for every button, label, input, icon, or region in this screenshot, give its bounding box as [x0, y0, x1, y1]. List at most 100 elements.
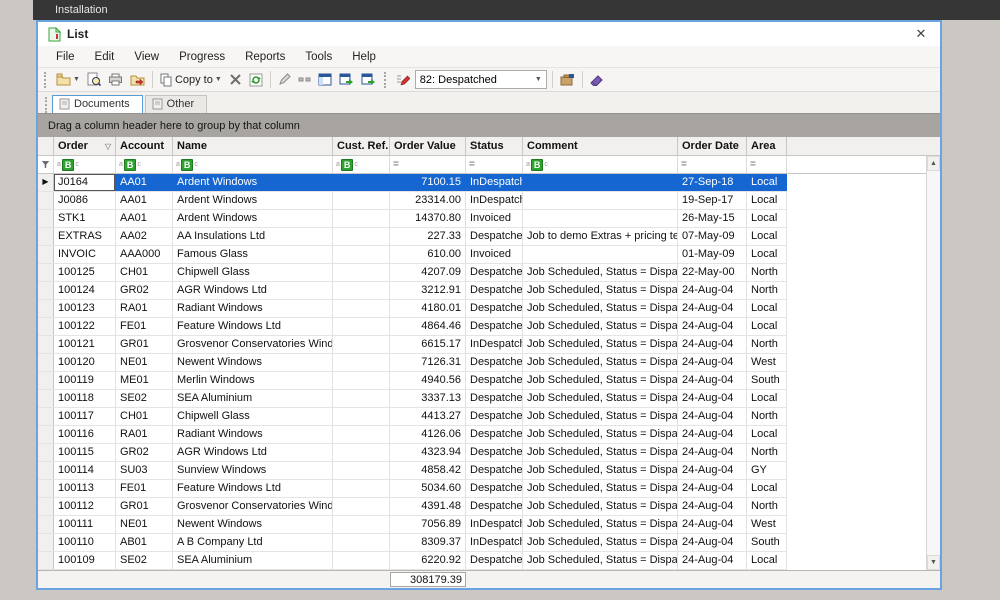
cell-area[interactable]: North [747, 282, 787, 299]
cell-account[interactable]: AAA000 [116, 246, 173, 263]
filter-area[interactable]: = [747, 156, 787, 173]
cell-order[interactable]: 100118 [54, 390, 116, 407]
cell-order[interactable]: 100114 [54, 462, 116, 479]
cell-order-value[interactable]: 7100.15 [390, 174, 466, 191]
cell-cust-ref[interactable] [333, 174, 390, 191]
cell-order-value[interactable]: 7056.89 [390, 516, 466, 533]
cell-order[interactable]: STK1 [54, 210, 116, 227]
cell-area[interactable]: Local [747, 300, 787, 317]
cell-name[interactable]: Ardent Windows [173, 174, 333, 191]
cell-order-date[interactable]: 24-Aug-04 [678, 408, 747, 425]
cell-name[interactable]: Ardent Windows [173, 210, 333, 227]
grid-row[interactable]: 100125CH01Chipwell Glass4207.09Despatche… [38, 264, 787, 282]
cell-status[interactable]: Despatched [466, 300, 523, 317]
cell-comment[interactable]: Job Scheduled, Status = Dispatched [523, 408, 678, 425]
close-icon[interactable]: ✕ [912, 26, 930, 42]
cell-comment[interactable]: Job Scheduled, Status = Dispatched [523, 534, 678, 551]
row-indicator-cell[interactable]: ▶ [38, 174, 54, 191]
cell-order-date[interactable]: 24-Aug-04 [678, 390, 747, 407]
cell-cust-ref[interactable] [333, 354, 390, 371]
grid-row[interactable]: 100123RA01Radiant Windows4180.01Despatch… [38, 300, 787, 318]
cell-status[interactable]: InDespatch [466, 516, 523, 533]
cell-order-value[interactable]: 4180.01 [390, 300, 466, 317]
cell-order-value[interactable]: 14370.80 [390, 210, 466, 227]
cell-order-value[interactable]: 3212.91 [390, 282, 466, 299]
grid-row[interactable]: EXTRASAA02AA Insulations Ltd227.33Despat… [38, 228, 787, 246]
cell-order[interactable]: 100119 [54, 372, 116, 389]
cell-order[interactable]: INVOIC [54, 246, 116, 263]
toolbar-grip[interactable] [44, 72, 48, 88]
grid-row[interactable]: 100116RA01Radiant Windows4126.06Despatch… [38, 426, 787, 444]
row-indicator-cell[interactable] [38, 354, 54, 371]
cell-area[interactable]: North [747, 408, 787, 425]
cell-name[interactable]: Famous Glass [173, 246, 333, 263]
cell-cust-ref[interactable] [333, 516, 390, 533]
cell-name[interactable]: Grosvenor Conservatories Windows & [173, 336, 333, 353]
grid-row[interactable]: 100117CH01Chipwell Glass4413.27Despatche… [38, 408, 787, 426]
cell-account[interactable]: FE01 [116, 480, 173, 497]
cell-comment[interactable]: Job Scheduled, Status = Dispatched [523, 336, 678, 353]
cell-area[interactable]: Local [747, 390, 787, 407]
group-by-panel[interactable]: Drag a column header here to group by th… [38, 113, 940, 137]
grid-row[interactable]: 100119ME01Merlin Windows4940.56Despatche… [38, 372, 787, 390]
cell-comment[interactable]: Job Scheduled, Status = Dispatched [523, 300, 678, 317]
cell-name[interactable]: Grosvenor Conservatories Windows & [173, 498, 333, 515]
cell-account[interactable]: SE02 [116, 390, 173, 407]
cell-status[interactable]: Despatched [466, 354, 523, 371]
filter-order-value[interactable]: = [390, 156, 466, 173]
cell-name[interactable]: Ardent Windows [173, 192, 333, 209]
cell-status[interactable]: InDespatch [466, 534, 523, 551]
grid-row[interactable]: STK1AA01Ardent Windows14370.80Invoiced26… [38, 210, 787, 228]
properties-button[interactable] [558, 72, 577, 87]
print-preview-button[interactable] [85, 71, 103, 88]
cell-order-date[interactable]: 24-Aug-04 [678, 354, 747, 371]
cell-status[interactable]: InDespatch [466, 336, 523, 353]
cell-order[interactable]: 100121 [54, 336, 116, 353]
cell-cust-ref[interactable] [333, 336, 390, 353]
cell-order[interactable]: 100117 [54, 408, 116, 425]
menu-progress[interactable]: Progress [169, 49, 235, 65]
export-button[interactable] [128, 72, 147, 87]
cell-comment[interactable]: Job Scheduled, Status = Dispatched [523, 516, 678, 533]
cell-cust-ref[interactable] [333, 426, 390, 443]
cell-order-date[interactable]: 01-May-09 [678, 246, 747, 263]
cell-account[interactable]: RA01 [116, 426, 173, 443]
cell-order[interactable]: 100111 [54, 516, 116, 533]
cell-order-date[interactable]: 24-Aug-04 [678, 462, 747, 479]
cell-order[interactable]: 100110 [54, 534, 116, 551]
cell-name[interactable]: A B Company Ltd [173, 534, 333, 551]
grid-row[interactable]: 100113FE01Feature Windows Ltd5034.60Desp… [38, 480, 787, 498]
grid-row[interactable]: 100114SU03Sunview Windows4858.42Despatch… [38, 462, 787, 480]
tab-documents[interactable]: Documents [52, 95, 143, 113]
filter-status[interactable]: = [466, 156, 523, 173]
cell-order[interactable]: EXTRAS [54, 228, 116, 245]
cell-comment[interactable]: Job Scheduled, Status = Dispatched [523, 462, 678, 479]
row-indicator-cell[interactable] [38, 516, 54, 533]
cell-name[interactable]: AGR Windows Ltd [173, 282, 333, 299]
cell-account[interactable]: NE01 [116, 516, 173, 533]
cell-name[interactable]: Chipwell Glass [173, 264, 333, 281]
refresh-button[interactable] [247, 72, 265, 88]
column-header-order[interactable]: Order ▽ [54, 137, 116, 155]
grid-row[interactable]: ▶J0164AA01Ardent Windows7100.15InDespatc… [38, 174, 787, 192]
outer-window-titlebar[interactable]: Installation [33, 0, 1000, 20]
cell-account[interactable]: AA01 [116, 192, 173, 209]
cell-account[interactable]: RA01 [116, 300, 173, 317]
cell-order-date[interactable]: 24-Aug-04 [678, 372, 747, 389]
cell-comment[interactable] [523, 192, 678, 209]
cell-cust-ref[interactable] [333, 228, 390, 245]
cell-account[interactable]: SU03 [116, 462, 173, 479]
cell-order-date[interactable]: 24-Aug-04 [678, 498, 747, 515]
cell-order-date[interactable]: 24-Aug-04 [678, 516, 747, 533]
cell-name[interactable]: AA Insulations Ltd [173, 228, 333, 245]
cell-account[interactable]: FE01 [116, 318, 173, 335]
cell-order-date[interactable]: 24-Aug-04 [678, 426, 747, 443]
cell-order-date[interactable]: 24-Aug-04 [678, 336, 747, 353]
cell-order-value[interactable]: 6220.92 [390, 552, 466, 569]
cell-order-value[interactable]: 4207.09 [390, 264, 466, 281]
clear-filter-button[interactable] [588, 72, 606, 87]
delete-button[interactable] [227, 72, 244, 87]
cell-status[interactable]: Despatched [466, 390, 523, 407]
cell-name[interactable]: SEA Aluminium [173, 390, 333, 407]
cell-cust-ref[interactable] [333, 444, 390, 461]
